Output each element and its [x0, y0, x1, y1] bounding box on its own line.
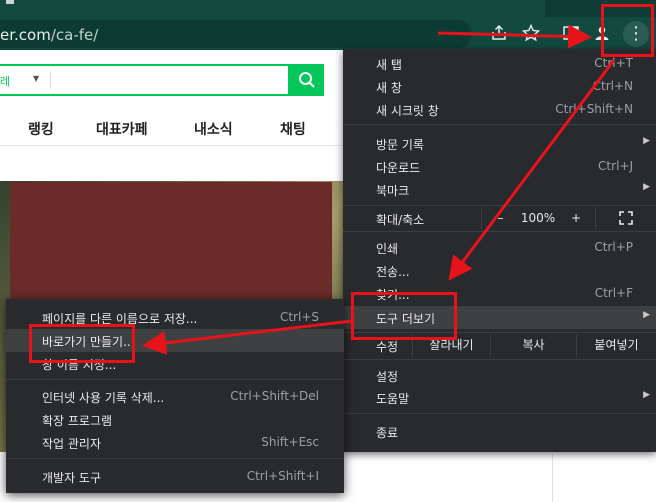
- submenu-developer-tools[interactable]: 개발자 도구 Ctrl+Shift+I: [6, 465, 344, 488]
- annotation-box-more-tools: [351, 292, 457, 340]
- menu-bookmarks[interactable]: 북마크 ▶: [343, 178, 656, 201]
- zoom-out-button[interactable]: –: [481, 207, 519, 230]
- tab-strip: [0, 0, 656, 17]
- edit-label: 수정: [376, 340, 399, 354]
- nav-featured-cafe[interactable]: 대표카페: [96, 119, 148, 139]
- submenu-arrow-icon: ▶: [643, 310, 650, 320]
- nav-ranking[interactable]: 랭킹: [28, 119, 54, 139]
- search-divider: [50, 71, 51, 89]
- menu-separator: [343, 124, 656, 125]
- menu-cast[interactable]: 전송...: [343, 259, 656, 282]
- browser-toolbar: er.com/ca-fe/ ⋮: [0, 17, 656, 50]
- chevron-down-icon[interactable]: ▼: [33, 74, 39, 83]
- search-icon: [299, 72, 315, 88]
- submenu-extensions[interactable]: 확장 프로그램: [6, 408, 344, 431]
- nav-chat[interactable]: 채팅: [280, 119, 306, 139]
- annotation-box-create-shortcut: [29, 324, 135, 363]
- submenu-task-manager[interactable]: 작업 관리자 Shift+Esc: [6, 431, 344, 454]
- zoom-in-button[interactable]: +: [557, 207, 595, 230]
- url-host: er.com: [0, 26, 51, 44]
- menu-print[interactable]: 인쇄 Ctrl+P: [343, 236, 656, 259]
- submenu-arrow-icon: ▶: [643, 390, 650, 400]
- menu-history[interactable]: 방문 기록 ▶: [343, 132, 656, 155]
- zoom-level: 100%: [520, 211, 556, 225]
- share-icon[interactable]: [488, 22, 510, 44]
- menu-downloads[interactable]: 다운로드 Ctrl+J: [343, 155, 656, 178]
- submenu-separator: [6, 458, 344, 459]
- menu-new-window[interactable]: 새 창 Ctrl+N: [343, 75, 656, 98]
- paste-button[interactable]: 붙여넣기: [576, 334, 656, 357]
- menu-separator: [343, 231, 656, 232]
- menu-help[interactable]: 도움말 ▶: [343, 386, 656, 409]
- fullscreen-icon[interactable]: [595, 207, 656, 230]
- tab-title-fragment: [6, 0, 14, 4]
- cafe-search-box[interactable]: 레 ▼: [0, 64, 290, 96]
- menu-separator: [343, 205, 656, 206]
- redacted-banner: [10, 182, 332, 312]
- submenu-clear-browsing-data[interactable]: 인터넷 사용 기록 삭제... Ctrl+Shift+Del: [6, 385, 344, 408]
- submenu-arrow-icon: ▶: [643, 182, 650, 192]
- url-text: er.com/ca-fe/: [0, 26, 98, 44]
- submenu-arrow-icon: ▶: [643, 136, 650, 146]
- page-panel-edge: [552, 454, 656, 502]
- menu-separator: [343, 413, 656, 414]
- menu-separator: [343, 359, 656, 360]
- annotation-box-kebab: [601, 4, 654, 57]
- nav-divider: [0, 145, 345, 146]
- menu-new-incognito[interactable]: 새 시크릿 창 Ctrl+Shift+N: [343, 98, 656, 121]
- star-icon[interactable]: [520, 22, 542, 44]
- menu-zoom-row: 확대/축소 – 100% +: [343, 207, 656, 230]
- zoom-label: 확대/축소: [376, 213, 425, 227]
- current-tab[interactable]: [0, 0, 545, 17]
- copy-button[interactable]: 복사: [490, 334, 576, 357]
- chrome-main-menu: 새 탭 Ctrl+T 새 창 Ctrl+N 새 시크릿 창 Ctrl+Shift+N …: [343, 49, 656, 452]
- search-scope-label[interactable]: 레: [0, 73, 10, 89]
- side-panel-icon[interactable]: [560, 22, 582, 44]
- search-button[interactable]: [290, 64, 324, 96]
- url-path: /ca-fe/: [50, 26, 99, 44]
- menu-exit[interactable]: 종료: [343, 420, 656, 443]
- address-bar[interactable]: er.com/ca-fe/: [0, 20, 472, 48]
- menu-settings[interactable]: 설정: [343, 364, 656, 387]
- submenu-separator: [6, 379, 344, 380]
- nav-my-news[interactable]: 내소식: [194, 119, 233, 139]
